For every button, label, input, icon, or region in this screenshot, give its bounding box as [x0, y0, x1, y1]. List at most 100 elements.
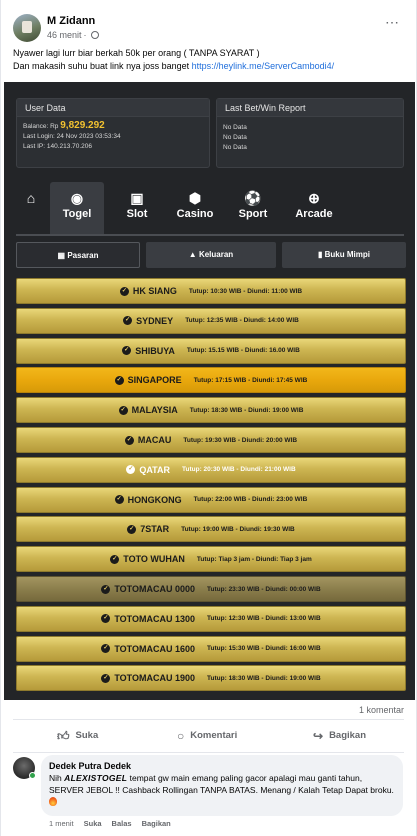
- market-row[interactable]: ✓ TOTOMACAU 0000 Tutup: 23:30 WIB - Diundi…: [16, 576, 406, 602]
- comment-bubble: Dedek Putra Dedek Nih ALEXISTOGEL tempat…: [41, 755, 403, 816]
- market-schedule: Tutup: 15.15 WIB - Diundi: 16.00 WIB: [186, 347, 300, 355]
- post-header: M Zidann 46 menit · ⋯: [13, 12, 404, 46]
- market-name: ✓ MACAU: [124, 435, 172, 445]
- market-row[interactable]: ✓ HK SIANG Tutup: 10:30 WIB - Diundi: 11:0…: [16, 278, 406, 304]
- post-actions: 👍︎ Suka ○ Komentari ↪ Bagikan: [13, 722, 404, 750]
- nav-divider: [16, 234, 404, 236]
- market-name: ✓ TOTO WUHAN: [110, 554, 185, 565]
- comment-meta: 1 menit Suka Balas Bagikan: [49, 819, 171, 828]
- nav-slot[interactable]: ▣ Slot: [112, 182, 162, 234]
- post-link[interactable]: https://heylink.me/ServerCambodi4/: [192, 61, 335, 71]
- market-schedule: Tutup: 12:35 WIB - Diundi: 14:00 WIB: [185, 317, 299, 325]
- market-row[interactable]: ✓ HONGKONG Tutup: 22:00 WIB - Diundi: 23:0…: [16, 486, 406, 513]
- market-row[interactable]: ✓ TOTOMACAU 1900 Tutup: 18:30 WIB - Diundi…: [16, 665, 406, 692]
- market-row[interactable]: ✓ QATAR Tutup: 20:30 WIB - Diundi: 21:00 W…: [16, 456, 406, 483]
- bell-icon: ▲: [188, 250, 197, 259]
- lottery-ball-icon: ◉: [70, 190, 84, 206]
- market-schedule: Tutup: 23:30 WIB - Diundi: 00:00 WIB: [207, 585, 321, 593]
- market-row[interactable]: ✓ SINGAPORE Tutup: 17:15 WIB - Diundi: 17:…: [16, 367, 406, 394]
- comment-reply-button[interactable]: Balas: [112, 819, 132, 828]
- check-circle-icon: ✓: [124, 435, 134, 445]
- last-login: Last Login: 24 Nov 2023 03:53:34: [23, 133, 121, 140]
- bet-report-panel: Last Bet/Win Report No Data No Data No D…: [216, 98, 404, 168]
- last-ip: Last IP: 140.213.70.206: [23, 143, 93, 150]
- user-data-panel: User Data Balance: Rp 9,829.292 Last Log…: [16, 98, 210, 168]
- market-schedule: Tutup: 10:30 WIB - Diundi: 11:00 WIB: [188, 287, 303, 295]
- market-schedule: Tutup: Tiap 3 jam - Diundi: Tiap 3 jam: [196, 555, 312, 563]
- nav-home[interactable]: ⌂: [16, 182, 46, 234]
- check-circle-icon: ✓: [127, 524, 137, 534]
- tab-pasaran[interactable]: ▦ Pasaran: [16, 242, 140, 268]
- post-time[interactable]: 46 menit: [47, 30, 82, 40]
- market-name: ✓ TOTOMACAU 0000: [101, 584, 196, 594]
- togel-tabs: ▦ Pasaran ▲ Keluaran ▮ Buku Mimpi: [16, 242, 406, 268]
- check-circle-icon: ✓: [101, 614, 111, 624]
- market-row[interactable]: ✓ SYDNEY Tutup: 12:35 WIB - Diundi: 14:00 …: [16, 307, 406, 334]
- book-icon: ▮: [318, 250, 323, 259]
- market-row[interactable]: ✓ TOTOMACAU 1300 Tutup: 12:30 WIB - Diundi…: [16, 605, 406, 632]
- author-avatar[interactable]: [13, 14, 41, 42]
- market-schedule: Tutup: 19:30 WIB - Diundi: 20:00 WIB: [183, 436, 298, 444]
- market-name: ✓ QATAR: [126, 464, 171, 475]
- fire-emoji-icon: [49, 797, 57, 806]
- nav-arcade[interactable]: ⊕ Arcade: [286, 182, 342, 234]
- post-meta: 46 menit ·: [47, 30, 99, 40]
- comment-button[interactable]: ○ Komentari: [177, 722, 237, 750]
- facebook-post: M Zidann 46 menit · ⋯ Nyawer lagi lurr b…: [0, 0, 417, 836]
- table-icon: ▦: [57, 251, 66, 260]
- home-icon: ⌂: [26, 190, 36, 206]
- market-name: ✓ 7STAR: [127, 524, 170, 535]
- check-circle-icon: ✓: [101, 644, 111, 654]
- check-circle-icon: ✓: [126, 465, 136, 475]
- nav-sport[interactable]: ⚽ Sport: [228, 182, 278, 234]
- market-row[interactable]: ✓ MACAU Tutup: 19:30 WIB - Diundi: 20:00 W…: [16, 427, 406, 453]
- market-name: ✓ TOTOMACAU 1300: [101, 613, 196, 624]
- nav-casino[interactable]: ⬢ Casino: [166, 182, 224, 234]
- market-row[interactable]: ✓ MALAYSIA Tutup: 18:30 WIB - Diundi: 19:0…: [16, 397, 406, 424]
- market-name: ✓ TOTOMACAU 1600: [101, 643, 196, 654]
- more-options-icon[interactable]: ⋯: [385, 14, 400, 31]
- share-button[interactable]: ↪ Bagikan: [313, 722, 366, 750]
- market-schedule: Tutup: 20:30 WIB - Diundi: 21:00 WIB: [182, 466, 296, 474]
- comment-icon: ○: [177, 729, 185, 743]
- check-circle-icon: ✓: [114, 375, 124, 385]
- market-row[interactable]: ✓ TOTOMACAU 1600 Tutup: 15:30 WIB - Diundi…: [16, 635, 406, 662]
- globe-icon: [90, 31, 99, 39]
- game-category-nav: ⌂ ◉ Togel ▣ Slot ⬢ Casino ⚽ Sport ⊕ Arca…: [16, 182, 404, 234]
- market-name: ✓ SYDNEY: [123, 315, 174, 326]
- check-circle-icon: ✓: [118, 405, 128, 415]
- market-row[interactable]: ✓ 7STAR Tutup: 19:00 WIB - Diundi: 19:30 W…: [16, 516, 406, 543]
- market-schedule: Tutup: 18:30 WIB - Diundi: 19:00 WIB: [207, 674, 321, 682]
- author-name[interactable]: M Zidann: [47, 15, 95, 27]
- post-text: Nyawer lagi lurr biar berkah 50k per ora…: [13, 47, 404, 73]
- thumbs-up-icon: 👍︎: [57, 729, 70, 743]
- balance-value: 9,829.292: [60, 120, 105, 131]
- nav-togel[interactable]: ◉ Togel: [50, 182, 104, 234]
- user-data-title: User Data: [17, 99, 209, 117]
- like-button[interactable]: 👍︎ Suka: [57, 722, 98, 750]
- comment-like-button[interactable]: Suka: [84, 819, 102, 828]
- comment-share-button[interactable]: Bagikan: [142, 819, 171, 828]
- check-circle-icon: ✓: [114, 495, 124, 505]
- market-schedule: Tutup: 18:30 WIB - Diundi: 19:00 WIB: [189, 406, 304, 414]
- bet-report-row: No Data: [223, 134, 247, 141]
- market-name: ✓ TOTOMACAU 1900: [101, 673, 196, 684]
- commenter-name[interactable]: Dedek Putra Dedek: [49, 760, 395, 772]
- market-row[interactable]: ✓ SHIBUYA Tutup: 15.15 WIB - Diundi: 16.00…: [16, 337, 406, 364]
- comment-text: Nih ALEXISTOGEL tempat gw main emang pal…: [49, 772, 395, 808]
- bet-report-title: Last Bet/Win Report: [217, 99, 403, 117]
- divider: [13, 719, 404, 720]
- market-row[interactable]: ✓ TOTO WUHAN Tutup: Tiap 3 jam - Diundi: T…: [16, 546, 406, 573]
- post-image[interactable]: User Data Balance: Rp 9,829.292 Last Log…: [4, 82, 415, 700]
- market-schedule: Tutup: 17:15 WIB - Diundi: 17:45 WIB: [193, 376, 308, 384]
- comment-count[interactable]: 1 komentar: [359, 705, 404, 715]
- market-schedule: Tutup: 22:00 WIB - Diundi: 23:00 WIB: [193, 496, 308, 504]
- market-schedule: Tutup: 19:00 WIB - Diundi: 19:30 WIB: [181, 525, 295, 533]
- comment-time[interactable]: 1 menit: [49, 819, 74, 828]
- market-name: ✓ SINGAPORE: [114, 375, 182, 386]
- online-status-indicator: [29, 772, 36, 779]
- bet-report-row: No Data: [223, 144, 247, 151]
- tab-keluaran[interactable]: ▲ Keluaran: [146, 242, 276, 268]
- tab-buku-mimpi[interactable]: ▮ Buku Mimpi: [282, 242, 406, 268]
- dice-icon: ⬢: [188, 190, 202, 206]
